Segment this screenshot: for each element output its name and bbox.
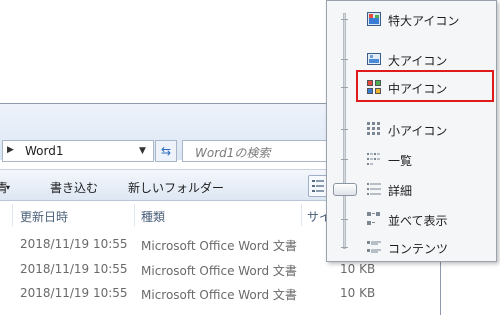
highlight-annotation: [356, 70, 494, 102]
date-cell: 2018/11/19 10:55: [20, 237, 128, 251]
menu-item-tiles[interactable]: 並べて表示: [363, 209, 493, 231]
view-menu: 特大アイコン 大アイコン 中アイコン 小アイコン 一覧 詳細 並べて表示 コンテ…: [326, 0, 497, 262]
extra-large-icons-icon: [367, 12, 381, 26]
slider-tick: [341, 19, 348, 20]
menu-item-label: 小アイコン: [388, 124, 448, 138]
slider-tick: [341, 159, 348, 160]
small-icons-icon: [367, 122, 380, 135]
view-slider-track[interactable]: [343, 13, 346, 249]
date-cell: 2018/11/19 10:55: [20, 262, 128, 276]
menu-item-label: 詳細: [388, 184, 413, 198]
search-input[interactable]: Word1の検索: [182, 140, 342, 162]
tiles-icon: [367, 212, 380, 225]
type-cell: Microsoft Office Word 文書: [141, 264, 297, 278]
menu-item-label: 並べて表示: [388, 214, 448, 228]
menu-item-large-icons[interactable]: 大アイコン: [363, 49, 493, 71]
type-cell: Microsoft Office Word 文書: [141, 239, 297, 253]
menu-item-label: 一覧: [388, 154, 413, 168]
menu-item-list[interactable]: 一覧: [363, 149, 493, 171]
size-cell: 10 KB: [340, 286, 376, 300]
content-icon: [367, 241, 381, 253]
slider-tick: [341, 87, 348, 88]
column-header-modified[interactable]: 更新日時: [20, 208, 68, 225]
breadcrumb-arrow-icon[interactable]: ▶: [7, 145, 14, 155]
burn-button[interactable]: 書き込む: [50, 179, 98, 196]
view-options-button[interactable]: [308, 175, 328, 197]
view-slider-thumb[interactable]: [333, 183, 357, 196]
slider-tick: [341, 129, 348, 130]
slider-tick: [341, 247, 348, 248]
menu-item-label: 大アイコン: [388, 54, 448, 68]
chevron-down-icon[interactable]: ▼: [139, 146, 146, 156]
size-cell: 10 KB: [340, 262, 376, 276]
large-icons-icon: [367, 53, 381, 65]
list-icon: [367, 153, 380, 165]
address-bar[interactable]: ▶ Word1 ▼: [2, 140, 154, 162]
menu-item-label: 特大アイコン: [388, 14, 460, 28]
table-row[interactable]: 2018/11/19 10:55 Microsoft Office Word 文…: [0, 284, 440, 304]
menu-item-small-icons[interactable]: 小アイコン: [363, 119, 493, 141]
date-cell: 2018/11/19 10:55: [20, 286, 128, 300]
refresh-icon: ⇆: [160, 144, 172, 158]
search-placeholder: Word1の検索: [195, 146, 271, 160]
refresh-button[interactable]: ⇆: [155, 140, 177, 162]
chevron-down-icon[interactable]: ▾: [6, 183, 10, 192]
column-header-type[interactable]: 種類: [141, 208, 165, 225]
details-icon: [312, 180, 324, 192]
slider-tick: [341, 59, 348, 60]
menu-item-label: コンテンツ: [388, 242, 449, 256]
menu-item-details[interactable]: 詳細: [363, 179, 493, 201]
table-row[interactable]: 2018/11/19 10:55 Microsoft Office Word 文…: [0, 260, 440, 280]
address-path[interactable]: Word1: [25, 144, 63, 158]
menu-item-content[interactable]: コンテンツ: [363, 237, 493, 259]
menu-item-extra-large-icons[interactable]: 特大アイコン: [363, 9, 493, 31]
slider-tick: [341, 219, 348, 220]
type-cell: Microsoft Office Word 文書: [141, 288, 297, 302]
details-icon: [367, 183, 381, 195]
new-folder-button[interactable]: 新しいフォルダー: [128, 179, 224, 196]
